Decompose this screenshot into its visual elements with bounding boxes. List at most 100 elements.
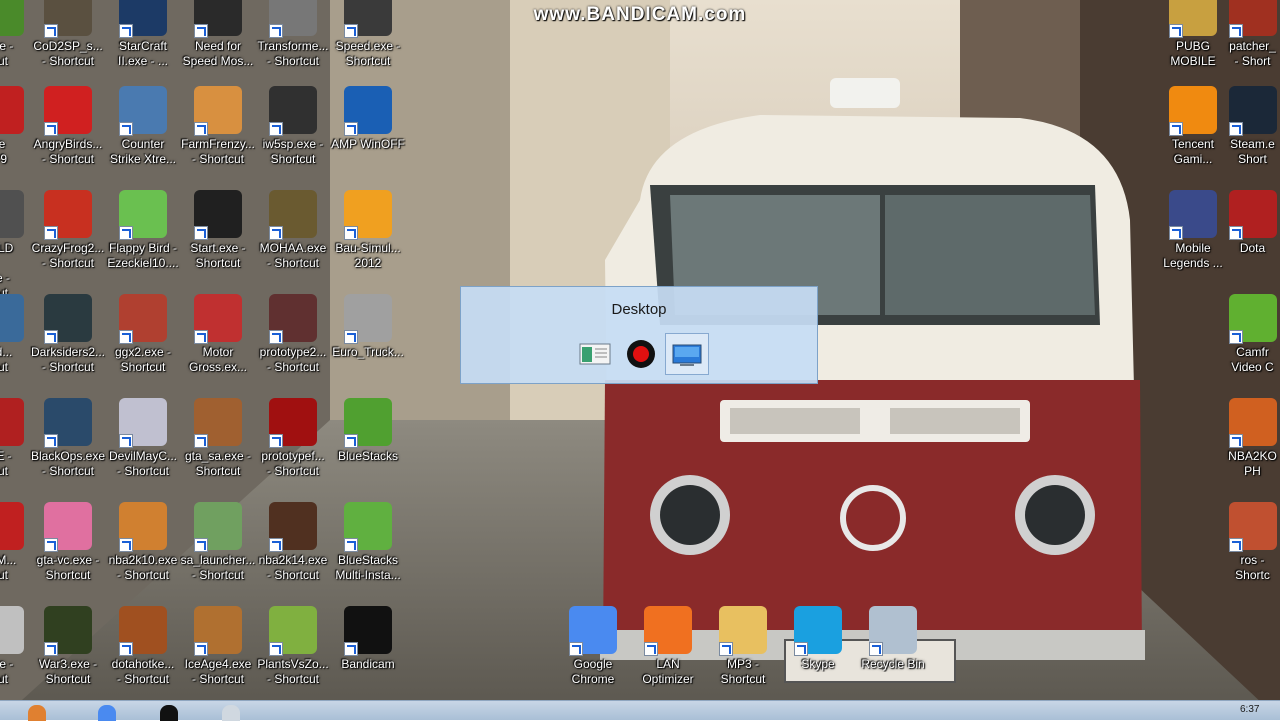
desktop-icon[interactable]: Need for Speed Mos... <box>180 0 256 86</box>
desktop-icon-label: Skype <box>801 657 835 671</box>
gta-vc-icon <box>44 502 92 552</box>
shortcut-arrow-icon <box>119 538 133 552</box>
helmet-icon <box>344 190 392 240</box>
ggx2-icon <box>119 294 167 344</box>
desktop-icon-label: CrazyFrog2... - Shortcut <box>31 241 105 270</box>
taskbar: 6:37 <box>0 700 1280 721</box>
desktop-icon[interactable]: Motor Gross.ex... <box>180 292 256 392</box>
desktop-icon[interactable]: LAN Optimizer <box>630 604 706 704</box>
desktop-icon[interactable]: Euro_Truck... <box>330 292 406 392</box>
desktop-icon[interactable]: Camfr Video C <box>1225 292 1280 392</box>
motor-gross-icon <box>194 294 242 344</box>
warcraft3-icon <box>44 606 92 656</box>
taskbar-button[interactable] <box>10 702 66 721</box>
desktop-icon[interactable]: nba2k10.exe - Shortcut <box>105 500 181 600</box>
desktop-icon-label: iw5sp.exe - Shortcut <box>262 137 324 166</box>
desktop-icon[interactable]: PUBG MOBILE <box>1155 0 1231 86</box>
window-mode-button[interactable] <box>573 333 617 375</box>
desktop-icon[interactable]: BlueStacks Multi-Insta... <box>330 500 406 600</box>
desktop-icon[interactable]: AMP WinOFF <box>330 84 406 184</box>
desktop-icon[interactable]: sa_launcher... - Shortcut <box>180 500 256 600</box>
desktop-icon[interactable]: Steam.e Short <box>1225 84 1280 184</box>
desktop-icon[interactable]: Darksiders2... - Shortcut <box>30 292 106 392</box>
shortcut-arrow-icon <box>1169 226 1183 240</box>
desktop-icon-label: Google Chrome <box>571 657 615 686</box>
thps-icon <box>194 190 242 240</box>
desktop-icon-label: Camfr Video C <box>1231 345 1274 374</box>
desktop-icon[interactable]: Dota <box>1225 188 1280 288</box>
shortcut-arrow-icon <box>44 226 58 240</box>
desktop-mode-button[interactable] <box>665 333 709 375</box>
popup-title: Desktop <box>611 301 667 318</box>
desktop-icon-label: ggx2.exe - Shortcut <box>114 345 172 374</box>
desktop-icon[interactable]: Skype <box>780 604 856 704</box>
desktop-icon[interactable]: prototypef... - Shortcut <box>255 396 331 496</box>
darksiders-icon <box>44 294 92 344</box>
mohaa-icon <box>269 190 317 240</box>
gta-sa-icon <box>194 398 242 448</box>
desktop-icon[interactable]: AngryBirds... - Shortcut <box>30 84 106 184</box>
desktop-icon[interactable]: IceAge4.exe - Shortcut <box>180 604 256 704</box>
desktop-icon[interactable]: MP3 - Shortcut <box>705 604 781 704</box>
desktop-icon[interactable]: BlueStacks <box>330 396 406 496</box>
desktop-icon[interactable]: CrazyFrog2... - Shortcut <box>30 188 106 288</box>
shortcut-arrow-icon <box>44 122 58 136</box>
desktop-icon[interactable]: prototype2... - Shortcut <box>255 292 331 392</box>
desktop-icon[interactable]: MOHAA.exe - Shortcut <box>255 188 331 288</box>
desktop-icon-label: BlueStacks Multi-Insta... <box>335 553 401 582</box>
taskbar-button[interactable] <box>142 702 198 721</box>
record-button[interactable] <box>619 333 663 375</box>
desktop-icon[interactable]: ggx2.exe - Shortcut <box>105 292 181 392</box>
starcraft-icon <box>119 0 167 38</box>
shortcut-arrow-icon <box>1169 122 1183 136</box>
desktop-icon[interactable]: BlackOps.exe - Shortcut <box>30 396 106 496</box>
desktop-icon[interactable]: nba2k14.exe - Shortcut <box>255 500 331 600</box>
black-ops-icon <box>44 398 92 448</box>
desktop-icon-label: Tencent Gami... <box>1171 137 1215 166</box>
desktop-icon[interactable]: PlantsVsZo... - Shortcut <box>255 604 331 704</box>
desktop-icon[interactable]: CoD2SP_s... - Shortcut <box>30 0 106 86</box>
shortcut-arrow-icon <box>344 330 358 344</box>
desktop-icon[interactable]: Counter Strike Xtre... <box>105 84 181 184</box>
desktop-icon[interactable]: Mobile Legends ... <box>1155 188 1231 288</box>
desktop-icon[interactable]: gta_sa.exe - Shortcut <box>180 396 256 496</box>
shortcut-arrow-icon <box>269 538 283 552</box>
taskbar-button[interactable] <box>80 702 136 721</box>
desktop-icon[interactable]: Speed.exe - Shortcut <box>330 0 406 86</box>
shortcut-arrow-icon <box>269 434 283 448</box>
steam-icon <box>1228 86 1277 136</box>
desktop-icon[interactable]: Google Chrome <box>555 604 631 704</box>
desktop-icon[interactable]: DevilMayC... - Shortcut <box>105 396 181 496</box>
desktop-icon-label: Bau-Simul... 2012 <box>335 241 401 270</box>
desktop-icon[interactable]: NBA2KO PH <box>1225 396 1280 496</box>
desktop-icon[interactable]: FarmFrenzy... - Shortcut <box>180 84 256 184</box>
desktop-icon[interactable]: patcher_ - Short <box>1225 0 1280 86</box>
desktop-icon[interactable]: dotahotke... - Shortcut <box>105 604 181 704</box>
taskbar-button[interactable] <box>204 702 260 721</box>
desktop-icon[interactable]: StarCraft II.exe - ... <box>105 0 181 86</box>
desktop-icon[interactable]: Bandicam <box>330 604 406 704</box>
mw3-icon <box>269 86 317 136</box>
desktop-icon[interactable]: ros - Shortc <box>1225 500 1280 600</box>
shortcut-arrow-icon <box>44 538 58 552</box>
desktop-icon-label: Transforme... - Shortcut <box>257 39 329 68</box>
dota-hotkey-icon <box>119 606 167 656</box>
desktop-icon[interactable]: Recycle Bin <box>855 604 931 704</box>
desktop-icon[interactable]: Tencent Gami... <box>1155 84 1231 184</box>
shortcut-arrow-icon <box>1228 434 1243 448</box>
flappy-bird-icon <box>119 190 167 240</box>
shortcut-arrow-icon <box>344 24 358 38</box>
desktop-icon[interactable]: Flappy Bird - Ezeckiel10.... <box>105 188 181 288</box>
desktop-icon[interactable]: Transforme... - Shortcut <box>255 0 331 86</box>
taskbar-clock[interactable]: 6:37 <box>1240 704 1259 715</box>
desktop-icon[interactable]: Bau-Simul... 2012 <box>330 188 406 288</box>
desktop-icon[interactable]: War3.exe - Shortcut <box>30 604 106 704</box>
patcher-icon <box>1228 0 1277 38</box>
desktop-icon[interactable]: gta-vc.exe - Shortcut <box>30 500 106 600</box>
desktop-icon[interactable]: iw5sp.exe - Shortcut <box>255 84 331 184</box>
bluestacks-icon <box>344 398 392 448</box>
shortcut-arrow-icon <box>344 434 358 448</box>
desktop-icon[interactable]: Start.exe - Shortcut <box>180 188 256 288</box>
cut-off-icon <box>0 190 24 238</box>
desktop-icon-label: War3.exe - Shortcut <box>38 657 98 686</box>
